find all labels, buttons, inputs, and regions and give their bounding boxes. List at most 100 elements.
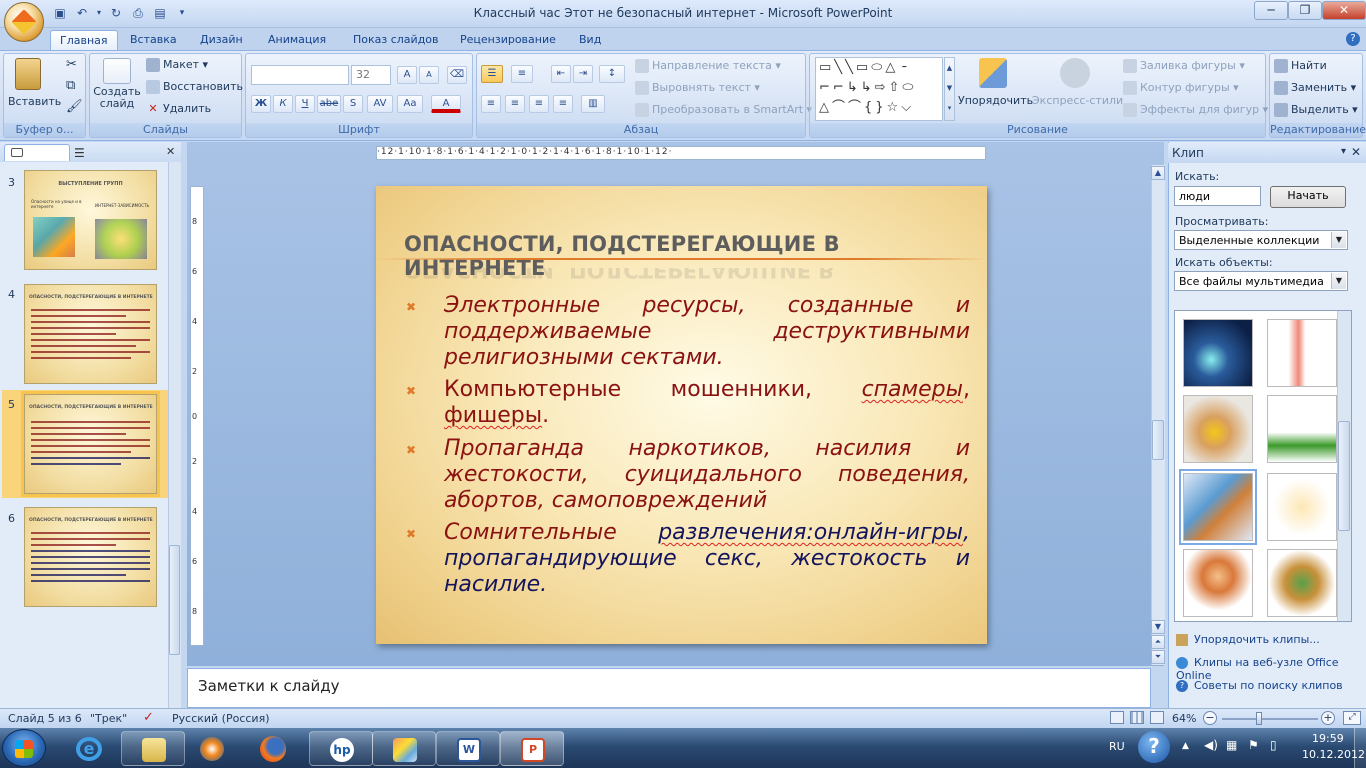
scroll-up-arrow[interactable]: ▲ [1151,166,1165,180]
clip-tourist[interactable] [1267,549,1337,617]
bullet-2[interactable]: Компьютерные мошенники, спамеры, фишеры. [444,377,970,429]
network-icon[interactable]: ▦ [1226,738,1237,752]
change-case-button[interactable]: Aa [397,95,423,113]
bold-button[interactable]: Ж [251,95,271,113]
grow-font-button[interactable]: A [397,66,417,84]
close-pane-icon[interactable]: ✕ [1351,145,1361,159]
find-button[interactable]: Найти [1274,59,1327,73]
scroll-down-arrow[interactable]: ▼ [1151,620,1165,634]
zoom-level[interactable]: 64% [1172,712,1196,725]
office-button[interactable] [4,2,44,42]
quick-styles-button[interactable]: Экспресс-стили [1032,58,1123,107]
slide-thumbnail-5[interactable]: ОПАСНОСТИ, ПОДСТЕРЕГАЮЩИЕ В ИНТЕРНЕТЕ [24,394,157,494]
select-button[interactable]: Выделить ▾ [1274,103,1358,117]
text-direction-button[interactable]: Направление текста ▾ [635,59,781,73]
zoom-out-icon[interactable]: − [1203,711,1217,725]
thumbnails-scroll-thumb[interactable] [169,545,180,655]
organize-clips-link[interactable]: Упорядочить клипы... [1176,633,1320,646]
maximize-button[interactable]: ❐ [1288,1,1322,20]
fit-to-window-icon[interactable]: ⤢ [1343,711,1361,725]
language-indicator[interactable]: Русский (Россия) [172,712,270,725]
help-icon[interactable]: ? [1346,32,1360,46]
clip-hands[interactable] [1183,395,1253,463]
volume-icon[interactable]: ◀) [1204,738,1218,752]
zoom-in-icon[interactable]: + [1321,711,1335,725]
smartart-button[interactable]: Преобразовать в SmartArt ▾ [635,103,812,117]
cut-icon[interactable]: ✂ [66,57,77,72]
slideshow-icon[interactable] [1150,711,1164,724]
tab-insert[interactable]: Вставка [121,30,186,50]
taskbar-word[interactable]: W [436,731,500,766]
clip-search-input[interactable]: люди [1174,186,1261,206]
spellcheck-icon[interactable]: ✓ [143,710,154,725]
firefox-icon[interactable] [252,733,294,765]
bullet-1[interactable]: Электронные ресурсы, созданные и поддерж… [444,293,970,371]
clip-engineer[interactable] [1267,473,1337,541]
slide-sorter-icon[interactable] [1130,711,1144,724]
taskbar-paint[interactable] [372,731,436,766]
copy-icon[interactable]: ⧉ [66,78,75,93]
bullet-4[interactable]: Сомнительные развлечения:онлайн-игры, пр… [444,520,970,598]
replace-button[interactable]: Заменить ▾ [1274,81,1356,95]
slide-thumbnail-6[interactable]: ОПАСНОСТИ, ПОДСТЕРЕГАЮЩИЕ В ИНТЕРНЕТЕ [24,507,157,607]
shapes-gallery[interactable]: ▭╲╲▭⬭△╶ ⌐⌐↳↳⇨⇧⬭ △⌒⌒{}☆⌵ [815,57,943,121]
arrange-button[interactable]: Упорядочить [958,58,1033,107]
bullet-3[interactable]: Пропаганда наркотиков, насилия и жестоко… [444,436,970,514]
shape-outline-button[interactable]: Контур фигуры ▾ [1123,81,1239,95]
paste-button[interactable]: Вставить [8,58,61,108]
numbering-button[interactable]: ≡ [511,65,533,83]
slide-thumbnail-3[interactable]: ВЫСТУПЛЕНИЕ ГРУПП Опасности на улице и в… [24,170,157,270]
normal-view-icon[interactable] [1110,711,1124,724]
reset-button[interactable]: Восстановить [146,80,243,94]
font-size-box[interactable]: 32 [351,65,391,85]
browse-collections-select[interactable]: Выделенные коллекции ▼ [1174,230,1348,250]
tab-design[interactable]: Дизайн [191,30,252,50]
font-color-button[interactable]: A [431,95,461,113]
align-left-button[interactable]: ≡ [481,95,501,113]
tab-slideshow[interactable]: Показ слайдов [344,30,448,50]
shrink-font-button[interactable]: A [419,66,439,84]
zoom-slider-handle[interactable] [1256,712,1262,725]
battery-icon[interactable]: ▯ [1270,738,1277,752]
close-panel-icon[interactable]: ✕ [166,145,175,158]
clock-time[interactable]: 19:59 [1312,732,1344,745]
tab-home[interactable]: Главная [50,30,118,50]
zoom-slider-track[interactable] [1222,718,1318,720]
slide-thumbnail-4[interactable]: ОПАСНОСТИ, ПОДСТЕРЕГАЮЩИЕ В ИНТЕРНЕТЕ [24,284,157,384]
tab-view[interactable]: Вид [570,30,610,50]
align-center-button[interactable]: ≡ [505,95,525,113]
shape-fill-button[interactable]: Заливка фигуры ▾ [1123,59,1245,73]
clear-format-icon[interactable]: ⌫ [447,66,467,84]
format-painter-icon[interactable]: 🖌 [66,99,83,114]
search-go-button[interactable]: Начать [1270,186,1346,208]
slide-canvas[interactable]: ОПАСНОСТИ, ПОДСТЕРЕГАЮЩИЕ В ИНТЕРНЕТЕ ОП… [376,186,987,644]
show-hidden-icons[interactable]: ▲ [1182,741,1189,751]
start-button[interactable] [2,729,46,767]
strikethrough-button[interactable]: abe [317,95,341,113]
internet-explorer-icon[interactable]: e [68,733,110,765]
next-slide-icon[interactable]: ⏷ [1151,650,1165,664]
outline-tab-icon[interactable]: ☰ [74,146,85,160]
show-desktop-button[interactable] [1354,728,1366,768]
notes-pane[interactable]: Заметки к слайду [187,668,1151,708]
justify-button[interactable]: ≡ [553,95,573,113]
new-slide-button[interactable]: Создать слайд [92,58,142,110]
clip-scroll-thumb[interactable] [1338,421,1350,531]
shadow-button[interactable]: S [343,95,363,113]
clip-businessman[interactable] [1183,549,1253,617]
columns-button[interactable]: ▥ [581,95,605,113]
slide-scrollbar[interactable] [1151,165,1165,665]
layout-button[interactable]: Макет ▾ [146,58,208,72]
italic-button[interactable]: К [273,95,293,113]
delete-slide-button[interactable]: ✕ Удалить [146,102,211,116]
align-text-button[interactable]: Выровнять текст ▾ [635,81,760,95]
help-question-icon[interactable]: ? [1138,731,1170,763]
tab-animation[interactable]: Анимация [259,30,335,50]
decrease-indent-button[interactable]: ⇤ [551,65,571,83]
flag-icon[interactable]: ⚑ [1248,738,1259,752]
clip-golfer[interactable] [1267,395,1337,463]
minimize-button[interactable]: ─ [1254,1,1288,20]
previous-slide-icon[interactable]: ⏶ [1151,635,1165,649]
increase-indent-button[interactable]: ⇥ [573,65,593,83]
clip-doctor[interactable] [1267,319,1337,387]
